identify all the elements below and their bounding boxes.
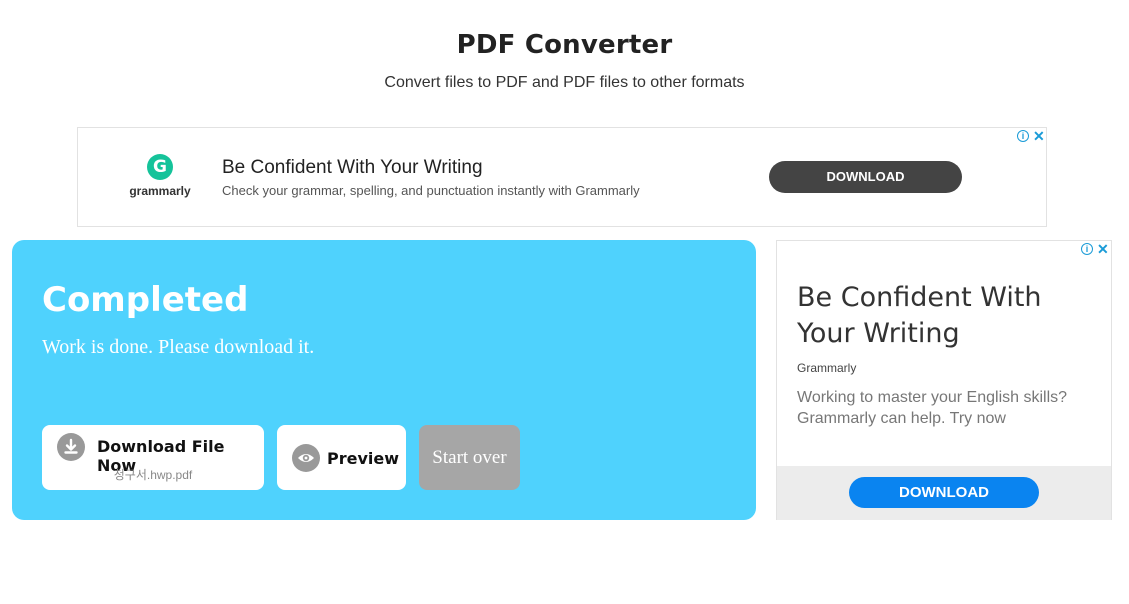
download-file-button[interactable]: Download File Now 청구서.hwp.pdf (42, 425, 264, 490)
ad-brand[interactable]: G grammarly (126, 154, 194, 198)
side-ad-advertiser: Grammarly (797, 361, 857, 375)
page-title: PDF Converter (456, 30, 673, 60)
info-icon[interactable]: i (1081, 243, 1093, 255)
side-ad-body: Working to master your English skills? G… (797, 389, 1068, 427)
page-subtitle: Convert files to PDF and PDF files to ot… (384, 74, 745, 91)
result-title: Completed (42, 280, 249, 320)
page-header: PDF Converter Convert files to PDF and P… (0, 30, 1129, 92)
ad-controls: i ✕ (1017, 129, 1045, 143)
ad-headline[interactable]: Be Confident With Your Writing (222, 157, 483, 179)
top-banner-ad[interactable]: G grammarly Be Confident With Your Writi… (77, 127, 1047, 227)
close-icon[interactable]: ✕ (1033, 129, 1045, 143)
info-icon[interactable]: i (1017, 130, 1029, 142)
result-panel: Completed Work is done. Please download … (12, 240, 756, 520)
download-icon (57, 433, 85, 461)
preview-button[interactable]: Preview (277, 425, 406, 490)
ad-brand-name: grammarly (129, 184, 191, 198)
side-ad-footer: DOWNLOAD (777, 466, 1111, 520)
grammarly-logo-icon: G (147, 154, 173, 180)
ad-description: Check your grammar, spelling, and punctu… (222, 183, 640, 198)
start-over-button[interactable]: Start over (419, 425, 520, 490)
side-ad[interactable]: i ✕ Be Confident With Your Writing Gramm… (776, 240, 1112, 520)
ad-download-button[interactable]: DOWNLOAD (769, 161, 962, 193)
result-message: Work is done. Please download it. (42, 336, 315, 358)
side-ad-controls: i ✕ (1081, 242, 1109, 256)
eye-icon (292, 444, 320, 472)
side-ad-download-button[interactable]: DOWNLOAD (849, 477, 1039, 508)
close-icon[interactable]: ✕ (1097, 242, 1109, 256)
download-file-name: 청구서.hwp.pdf (113, 468, 193, 482)
side-ad-headline[interactable]: Be Confident With Your Writing (797, 280, 1097, 352)
preview-button-label: Preview (327, 449, 400, 468)
